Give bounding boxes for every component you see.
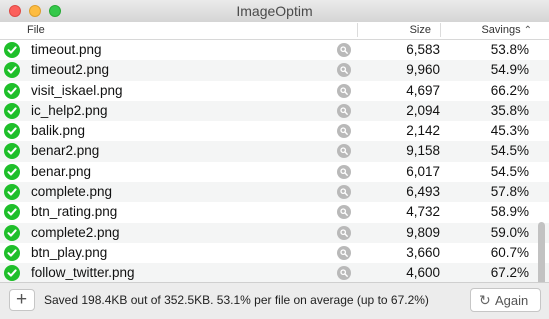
file-savings: 53.8% [490,42,529,57]
again-button-label: Again [495,293,529,308]
magnifier-icon[interactable] [337,43,351,57]
checkmark-icon [4,163,20,180]
magnifier-icon[interactable] [337,83,351,98]
file-name: follow_twitter.png [31,265,135,281]
file-size: 9,158 [406,143,440,159]
column-header-savings-label: Savings [481,24,521,36]
magnifier-icon[interactable] [337,144,351,159]
file-size: 3,660 [406,244,440,260]
checkmark-icon [4,102,20,119]
table-row[interactable]: benar2.png 9,158 54.5% [0,141,549,162]
column-header-file[interactable]: File [27,24,45,36]
window-title: ImageOptim [236,3,313,19]
file-savings: 57.8% [490,184,529,200]
checkmark-icon [4,244,20,261]
imageoptim-window: ImageOptim File Size Savings ⌃ timeout.pn… [0,0,549,319]
table-row[interactable]: btn_play.png 3,660 60.7% [0,243,549,263]
file-savings: 67.2% [490,265,529,281]
table-row[interactable]: complete.png 6,493 57.8% [0,182,549,203]
checkmark-icon [4,82,20,99]
file-savings: 45.3% [490,123,529,139]
file-size: 6,493 [406,184,440,200]
column-separator [440,23,441,37]
file-savings: 60.7% [490,244,529,260]
table-row[interactable]: btn_rating.png 4,732 58.9% [0,202,549,222]
table-row[interactable]: ic_help2.png 2,094 35.8% [0,100,549,122]
table-row[interactable]: follow_twitter.png 4,600 67.2% [0,263,549,282]
file-savings: 66.2% [490,82,529,98]
file-size: 6,017 [406,163,440,179]
file-name: btn_play.png [31,244,108,260]
file-size: 6,583 [406,42,440,57]
file-name: btn_rating.png [31,204,118,220]
table-row[interactable]: complete2.png 9,809 59.0% [0,222,549,243]
checkmark-icon [4,224,20,241]
file-size: 4,697 [406,82,440,98]
bottom-bar: + Saved 198.4KB out of 352.5KB. 53.1% pe… [0,282,549,319]
file-list: timeout.png 6,583 53.8% timeout2.png 9,960 54… [0,40,549,282]
file-size: 2,094 [406,102,440,118]
checkmark-icon [4,123,20,140]
file-savings: 54.9% [490,62,529,78]
title-bar: ImageOptim [0,0,549,22]
magnifier-icon[interactable] [337,205,351,220]
file-savings: 54.5% [490,143,529,159]
table-row[interactable]: benar.png 6,017 54.5% [0,162,549,182]
file-table: File Size Savings ⌃ timeout.png 6,583 53.8%… [0,22,549,282]
checkmark-icon [4,143,20,160]
table-row[interactable]: timeout.png 6,583 53.8% [0,40,549,60]
file-savings: 58.9% [490,204,529,220]
checkmark-icon [4,204,20,221]
file-name: benar.png [31,163,92,179]
file-size: 4,600 [406,265,440,281]
table-row[interactable]: visit_iskael.png 4,697 66.2% [0,81,549,101]
file-name: benar2.png [31,143,100,159]
plus-icon: + [16,289,28,310]
file-name: balik.png [31,123,86,139]
column-header-size[interactable]: Size [359,24,431,36]
checkmark-icon [4,62,20,79]
magnifier-icon[interactable] [337,164,351,179]
checkmark-icon [4,265,20,282]
add-files-button[interactable]: + [9,289,35,311]
file-size: 9,960 [406,62,440,78]
file-size: 2,142 [406,123,440,139]
file-name: visit_iskael.png [31,82,123,98]
magnifier-icon[interactable] [337,185,351,200]
file-name: complete2.png [31,224,120,240]
magnifier-icon[interactable] [337,103,351,118]
magnifier-icon[interactable] [337,124,351,139]
file-size: 4,732 [406,204,440,220]
magnifier-icon[interactable] [337,225,351,240]
file-name: complete.png [31,184,113,200]
file-name: timeout2.png [31,62,110,78]
file-savings: 35.8% [490,102,529,118]
checkmark-icon [4,42,20,58]
vertical-scrollbar[interactable] [538,222,545,282]
status-text: Saved 198.4KB out of 352.5KB. 53.1% per … [44,293,429,307]
column-separator [357,23,358,37]
file-savings: 59.0% [490,224,529,240]
file-name: ic_help2.png [31,102,108,118]
checkmark-icon [4,184,20,201]
magnifier-icon[interactable] [337,63,351,78]
sort-ascending-icon: ⌃ [523,25,532,36]
table-header: File Size Savings ⌃ [0,22,549,40]
magnifier-icon[interactable] [337,266,351,281]
table-row[interactable]: balik.png 2,142 45.3% [0,121,549,141]
reload-icon: ↻ [479,292,491,308]
magnifier-icon[interactable] [337,245,351,260]
table-row[interactable]: timeout2.png 9,960 54.9% [0,60,549,81]
file-savings: 54.5% [490,163,529,179]
column-header-savings[interactable]: Savings ⌃ [442,24,532,36]
file-size: 9,809 [406,224,440,240]
file-name: timeout.png [31,42,102,57]
again-button[interactable]: ↻ Again [470,288,541,312]
